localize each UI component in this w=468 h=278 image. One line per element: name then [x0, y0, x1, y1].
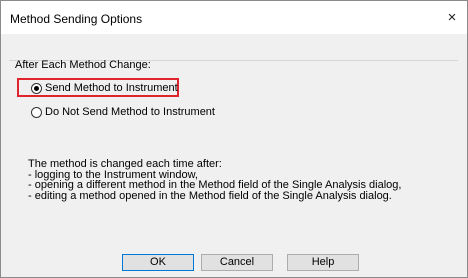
cancel-button[interactable]: Cancel: [201, 254, 273, 271]
radio-send-method[interactable]: Send Method to Instrument: [31, 81, 178, 95]
dialog-title: Method Sending Options: [10, 12, 143, 26]
ok-button[interactable]: OK: [122, 254, 194, 271]
info-line: - opening a different method in the Meth…: [28, 179, 402, 191]
title-bar: Method Sending Options ×: [1, 1, 467, 34]
radio-do-not-send-label: Do Not Send Method to Instrument: [45, 106, 215, 118]
close-icon[interactable]: ×: [441, 7, 463, 29]
radio-button-unchecked-icon[interactable]: [31, 106, 42, 118]
info-line: - editing a method opened in the Method …: [28, 189, 392, 202]
radio-do-not-send-method[interactable]: Do Not Send Method to Instrument: [31, 105, 215, 119]
method-sending-options-dialog: Method Sending Options × After Each Meth…: [0, 0, 468, 278]
info-text: The method is changed each time after: -…: [28, 159, 401, 201]
radio-send-method-label: Send Method to Instrument: [45, 82, 178, 94]
group-label: After Each Method Change:: [15, 59, 151, 71]
help-button[interactable]: Help: [287, 254, 359, 271]
info-line: The method is changed each time after:: [28, 158, 222, 170]
radio-button-checked-icon[interactable]: [31, 82, 42, 94]
